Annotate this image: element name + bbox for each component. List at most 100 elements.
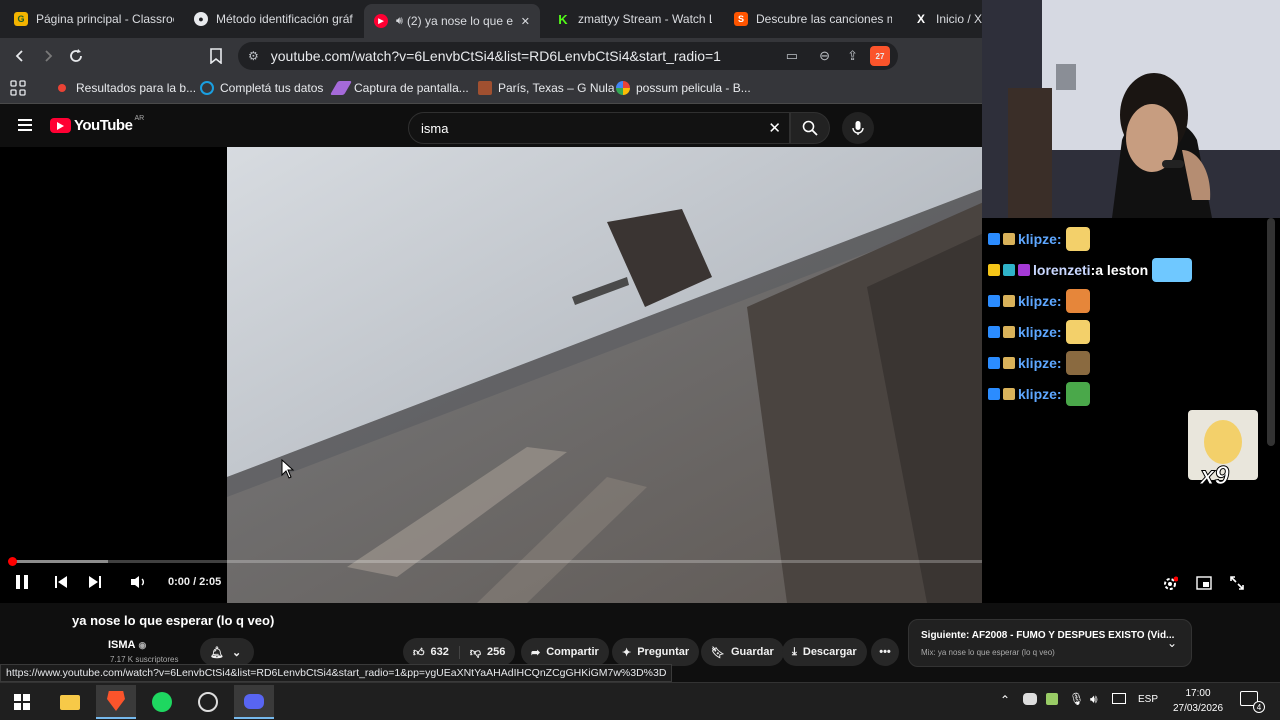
- chat-message: klipze:: [988, 319, 1090, 345]
- tab-metodo[interactable]: ● Método identificación gráf: [194, 6, 354, 32]
- verified-badge-icon: [988, 233, 1000, 245]
- notifications-button[interactable]: 🔔︎ ⌄: [200, 638, 254, 666]
- download-icon: ⤓: [792, 645, 797, 658]
- bookmark-item[interactable]: Resultados para la b...: [58, 81, 196, 95]
- site-info-icon[interactable]: ⚙︎: [248, 49, 259, 63]
- like-button[interactable]: 👍︎ 632: [403, 645, 460, 659]
- notification-center-icon[interactable]: 4: [1240, 691, 1265, 713]
- bookmark-item[interactable]: París, Texas – G Nula: [478, 81, 615, 95]
- hamburger-menu-icon[interactable]: [18, 119, 32, 131]
- apps-grid-icon[interactable]: [10, 80, 26, 96]
- forward-icon[interactable]: [38, 46, 58, 66]
- bookmark-item[interactable]: possum pelicula - B...: [616, 81, 751, 95]
- clear-search-icon[interactable]: ✕: [768, 119, 781, 137]
- network-icon[interactable]: [1112, 693, 1126, 704]
- tab-soundcloud[interactable]: S Descubre las canciones m: [734, 6, 892, 32]
- previous-icon[interactable]: [54, 575, 68, 594]
- video-info: ya nose lo que esperar (lo q veo) ISMA ◉ …: [0, 603, 1280, 683]
- file-explorer-icon[interactable]: [50, 685, 90, 719]
- x-logo-icon: X: [914, 12, 928, 26]
- youtube-header: YouTube AR isma ✕: [0, 104, 982, 148]
- mouse-cursor-icon: [281, 458, 295, 484]
- figure-icon: [478, 81, 492, 95]
- tab-label: Método identificación gráf: [216, 12, 353, 26]
- progress-bar[interactable]: [8, 557, 1028, 566]
- purple-badge-icon: [1018, 264, 1030, 276]
- sub-badge-icon: [1003, 326, 1015, 338]
- chevron-down-icon: ⌄: [231, 646, 242, 659]
- tab-classroom[interactable]: G Página principal - Classroo: [14, 6, 174, 32]
- close-tab-icon[interactable]: ✕: [521, 15, 530, 28]
- sub-badge-icon: [1003, 233, 1015, 245]
- sub-badge-icon: [1003, 357, 1015, 369]
- settings-icon[interactable]: [1162, 576, 1179, 597]
- verified-icon: ◉: [138, 640, 147, 650]
- show-hidden-icons[interactable]: ⌃: [1000, 693, 1010, 707]
- discord-tray-icon[interactable]: [1023, 693, 1037, 705]
- share-button[interactable]: ➦ Compartir: [521, 638, 609, 666]
- zoom-icon[interactable]: ⊖: [819, 48, 830, 64]
- discord-icon[interactable]: [234, 685, 274, 719]
- youtube-logo[interactable]: YouTube AR: [50, 115, 144, 134]
- progress-handle[interactable]: [8, 557, 17, 566]
- volume-tray-icon[interactable]: 🔊︎: [1090, 692, 1098, 707]
- url-field[interactable]: ⚙︎ youtube.com/watch?v=6LenvbCtSi4&list=…: [238, 42, 898, 70]
- more-actions-button[interactable]: •••: [871, 638, 899, 666]
- volume-icon[interactable]: [130, 575, 148, 594]
- fullscreen-icon[interactable]: [1230, 576, 1244, 595]
- bookmark-icon[interactable]: [206, 46, 226, 66]
- miniplayer-icon[interactable]: [1196, 576, 1212, 595]
- next-icon[interactable]: [88, 575, 102, 594]
- obs-icon[interactable]: [188, 685, 228, 719]
- soundcloud-icon: S: [734, 12, 748, 26]
- video-player[interactable]: 0:00 / 2:05: [0, 147, 1144, 603]
- tray-app-icon[interactable]: [1046, 693, 1058, 705]
- windows-start-icon[interactable]: [2, 685, 42, 719]
- search-button[interactable]: [790, 112, 830, 144]
- language-indicator[interactable]: ESP: [1138, 694, 1158, 705]
- brave-shield-icon[interactable]: 27: [870, 46, 890, 66]
- emote-combo-image: x9: [1188, 410, 1258, 491]
- chat-message: klipze:: [988, 381, 1090, 407]
- google-g-icon: [616, 81, 630, 95]
- subscriber-count: 7.17 K suscriptores: [110, 655, 179, 664]
- clock[interactable]: 17:00 27/03/2026: [1168, 686, 1228, 716]
- channel-name[interactable]: ISMA ◉: [108, 639, 146, 651]
- verified-badge-icon: [988, 326, 1000, 338]
- emote-icon: [1065, 320, 1090, 344]
- openai-icon: ●: [194, 12, 208, 26]
- search-input[interactable]: isma ✕: [408, 112, 790, 144]
- tab-youtube-active[interactable]: ▶ 🔊︎ (2) ya nose lo que e ✕: [364, 4, 540, 38]
- download-button[interactable]: ⤓ Descargar: [782, 638, 867, 666]
- back-icon[interactable]: [10, 46, 30, 66]
- buffered-bar: [12, 560, 108, 563]
- tab-kick[interactable]: K zmattyy Stream - Watch Li: [556, 6, 712, 32]
- bookmark-item[interactable]: Completá tus datos: [200, 81, 323, 95]
- brave-browser-icon[interactable]: [96, 685, 136, 719]
- cast-icon[interactable]: ▭: [786, 48, 798, 64]
- bookmark-item[interactable]: Captura de pantalla...: [329, 81, 469, 95]
- dislike-button[interactable]: 👎︎ 256: [460, 646, 516, 659]
- chat-scrollbar[interactable]: [1267, 218, 1275, 446]
- address-bar-row: ⚙︎ youtube.com/watch?v=6LenvbCtSi4&list=…: [0, 38, 982, 74]
- chevron-down-icon[interactable]: ⌄: [1167, 636, 1177, 650]
- up-next-card[interactable]: Siguiente: AF2008 - FUMO Y DESPUES EXIST…: [908, 619, 1192, 667]
- save-button[interactable]: 🔖︎ Guardar: [701, 638, 784, 666]
- emote-icon: [1065, 227, 1090, 251]
- microphone-tray-icon[interactable]: 🎙︎: [1069, 692, 1084, 706]
- browser-tab-strip: G Página principal - Classroo ● Método i…: [0, 0, 982, 38]
- pause-icon[interactable]: [16, 575, 28, 589]
- spotify-icon[interactable]: [142, 685, 182, 719]
- webcam-image: [982, 0, 1280, 218]
- speaker-icon[interactable]: 🔊︎: [396, 15, 403, 28]
- tab-x[interactable]: X Inicio / X: [914, 6, 982, 32]
- reload-icon[interactable]: [66, 46, 86, 66]
- voice-search-button[interactable]: [842, 112, 874, 144]
- pen-icon: [329, 81, 353, 95]
- chat-message: klipze:: [988, 350, 1090, 376]
- chat-message: klipze:: [988, 226, 1090, 252]
- thumbs-down-icon: 👎︎: [469, 646, 482, 659]
- video-frame[interactable]: [227, 147, 1040, 603]
- ask-button[interactable]: ✦ Preguntar: [612, 638, 700, 666]
- share-icon[interactable]: ⇪: [847, 48, 858, 64]
